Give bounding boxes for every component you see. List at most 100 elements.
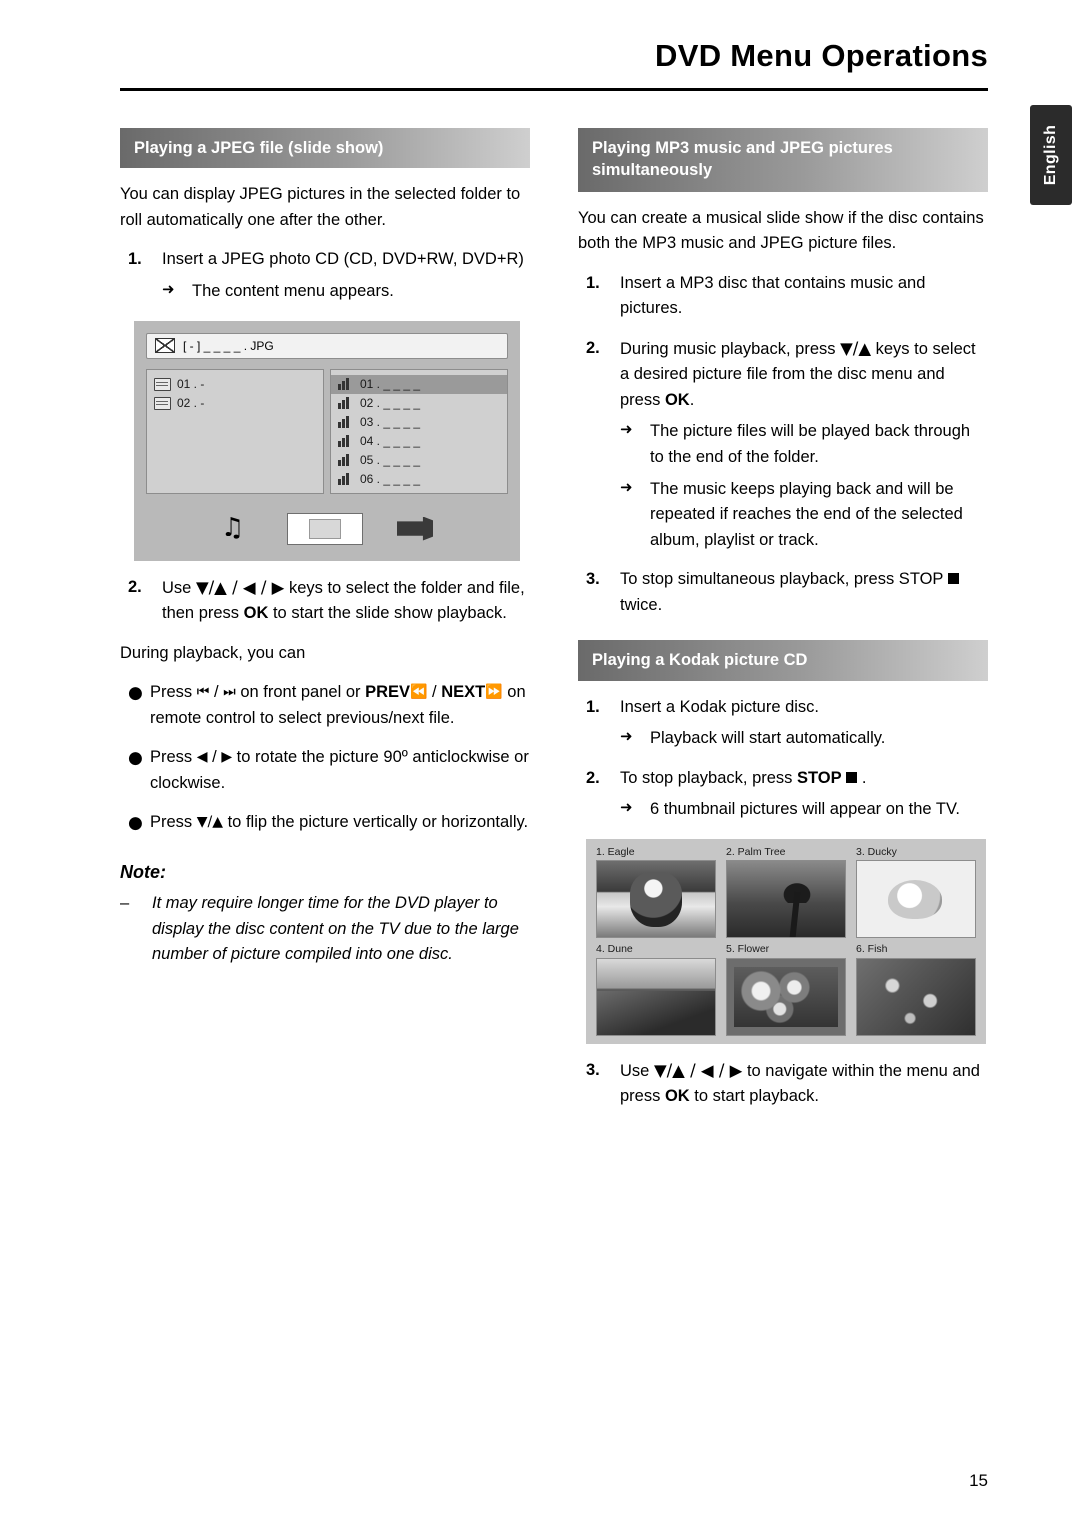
ok-key-label: OK: [243, 604, 269, 623]
bullet-text-4: /: [427, 683, 442, 702]
kodak-thumbnail-screenshot: 1. Eagle 2. Palm Tree 3. Ducky 4. Dune 5…: [586, 838, 986, 1044]
dpad-keys-icon: ▼/▲ / ◀ / ▶: [195, 577, 285, 597]
bullet-text-1: Press: [150, 813, 197, 832]
mp3-step-2-result-1: ➜ The picture files will be played back …: [620, 419, 988, 470]
list-item[interactable]: 01 . _ _ _ _: [331, 374, 507, 394]
bullet-text-2: to flip the picture vertically or horizo…: [223, 813, 529, 832]
bullet-text-1: Press: [150, 748, 197, 767]
film-icon[interactable]: [397, 516, 433, 541]
menu-file-pane: 01 . _ _ _ _ 02 . _ _ _ _ 03 . _ _ _ _ 0…: [330, 368, 508, 494]
manual-page: DVD Menu Operations English Playing a JP…: [0, 0, 1080, 1529]
list-item[interactable]: 02 . _ _ _ _: [331, 394, 507, 413]
thumbnail-label: 3. Ducky: [856, 845, 897, 858]
step-number: 2.: [128, 577, 142, 596]
mp3-step-2: 2. During music playback, press ▼/▲ keys…: [578, 336, 988, 554]
bullet-text-2: /: [207, 748, 222, 767]
jpeg-bullet-3: ● Press ▼/▲ to flip the picture vertical…: [120, 810, 530, 836]
list-item[interactable]: 06 . _ _ _ _: [331, 470, 507, 489]
thumbnail-cell[interactable]: 1. Eagle: [596, 847, 716, 939]
list-item-label: 05 . _ _ _ _: [360, 453, 421, 468]
up-down-arrow-icon: ▼/▲: [840, 338, 872, 358]
menu-bottom-toolbar: ♫: [146, 509, 508, 549]
music-note-icon: [338, 435, 354, 448]
mp3-intro-text: You can create a musical slide show if t…: [578, 208, 984, 253]
note-body: – It may require longer time for the DVD…: [120, 891, 530, 968]
step-text-before: Use: [620, 1061, 654, 1080]
ok-key-label: OK: [664, 1087, 690, 1106]
list-item-label: 01 . -: [177, 377, 205, 392]
thumbnail-image-fish: [856, 957, 976, 1036]
step-text-before: During music playback, press: [620, 339, 841, 358]
thumbnail-label: 1. Eagle: [596, 845, 635, 858]
step-number: 3.: [586, 570, 600, 589]
thumbnail-label: 2. Palm Tree: [726, 845, 786, 858]
menu-titlebar: [ - ] _ _ _ _ . JPG: [146, 332, 508, 359]
prev-key-label: PREV: [365, 683, 411, 702]
folder-icon: [154, 377, 171, 391]
step-text-before: To stop simultaneous playback, press STO…: [620, 570, 948, 589]
picture-icon[interactable]: [287, 512, 363, 545]
music-note-icon: [338, 454, 354, 467]
thumbnail-cell[interactable]: 2. Palm Tree: [726, 847, 846, 939]
prev-track-icon: ⏮: [196, 683, 210, 700]
list-item[interactable]: 01 . -: [147, 375, 323, 394]
bullet-icon: ●: [128, 813, 143, 834]
thumbnail-grid: 1. Eagle 2. Palm Tree 3. Ducky 4. Dune 5…: [596, 847, 976, 1036]
step-text-after: .: [857, 768, 867, 787]
jpeg-step-1-result: ➜ The content menu appears.: [162, 279, 530, 305]
step-number: 2.: [586, 338, 600, 357]
list-item[interactable]: 04 . _ _ _ _: [331, 432, 507, 451]
bullet-text-2: /: [209, 683, 224, 702]
step-text-before: To stop playback, press: [620, 768, 798, 787]
folder-icon: [154, 396, 171, 410]
menu-folder-pane: 01 . - 02 . -: [146, 368, 324, 494]
jpeg-intro-text: You can display JPEG pictures in the sel…: [120, 185, 521, 229]
list-item-label: 06 . _ _ _ _: [360, 472, 421, 487]
thumbnail-cell[interactable]: 6. Fish: [856, 944, 976, 1036]
arrow-icon: ➜: [620, 798, 633, 817]
note-title: Note:: [120, 862, 166, 883]
section-heading-kodak: Playing a Kodak picture CD: [578, 640, 988, 681]
kodak-step-2-result: ➜ 6 thumbnail pictures will appear on th…: [620, 797, 988, 823]
music-note-icon: [338, 397, 354, 410]
music-note-icon[interactable]: ♫: [221, 515, 253, 543]
header-divider: [120, 88, 988, 91]
thumbnail-label: 4. Dune: [596, 943, 633, 956]
note-dash: –: [120, 894, 130, 913]
thumbnail-image-eagle: [596, 860, 716, 939]
section-heading-jpeg: Playing a JPEG file (slide show): [120, 128, 530, 169]
list-item[interactable]: 05 . _ _ _ _: [331, 451, 507, 470]
jpeg-content-menu-screenshot: [ - ] _ _ _ _ . JPG 01 . - 02 . - 01 . _…: [134, 320, 520, 561]
step-text-before: Use: [162, 578, 196, 597]
stop-key-label: STOP: [797, 768, 842, 787]
list-item-label: 01 . _ _ _ _: [360, 377, 421, 392]
thumbnail-image-palm-tree: [726, 860, 846, 939]
rewind-icon: ⏪: [410, 683, 428, 700]
step-number: 1.: [586, 273, 600, 292]
step-number: 3.: [586, 1060, 600, 1079]
list-item[interactable]: 03 . _ _ _ _: [331, 413, 507, 432]
page-title: DVD Menu Operations: [655, 38, 988, 73]
left-arrow-icon: ◀: [196, 748, 208, 765]
music-note-icon: [338, 473, 354, 486]
thumbnail-cell[interactable]: 3. Ducky: [856, 847, 976, 939]
page-number: 15: [969, 1471, 988, 1490]
step-text-after: .: [689, 390, 695, 409]
ok-key-label: OK: [664, 390, 690, 409]
kodak-step-2: 2. To stop playback, press STOP . ➜ 6 th…: [578, 766, 988, 823]
list-item[interactable]: 02 . -: [147, 394, 323, 413]
step-number: 2.: [586, 768, 600, 787]
heading-line-2: simultaneously: [592, 161, 713, 180]
jpeg-step-1: 1. Insert a JPEG photo CD (CD, DVD+RW, D…: [120, 247, 530, 304]
bullet-icon: ●: [128, 748, 143, 769]
music-note-icon: [338, 378, 354, 391]
step-text-after: to start playback.: [689, 1087, 819, 1106]
bullet-text-3: on front panel or: [235, 683, 366, 702]
jpeg-bullet-2: ● Press ◀ / ▶ to rotate the picture 90º …: [120, 745, 530, 796]
right-column: Playing MP3 music and JPEG pictures simu…: [578, 128, 988, 1110]
thumbnail-cell[interactable]: 4. Dune: [596, 944, 716, 1036]
stop-square-icon: [846, 771, 858, 783]
thumbnail-cell[interactable]: 5. Flower: [726, 944, 846, 1036]
result-text: The picture files will be played back th…: [650, 422, 971, 467]
step-text: Insert a JPEG photo CD (CD, DVD+RW, DVD+…: [162, 250, 524, 269]
